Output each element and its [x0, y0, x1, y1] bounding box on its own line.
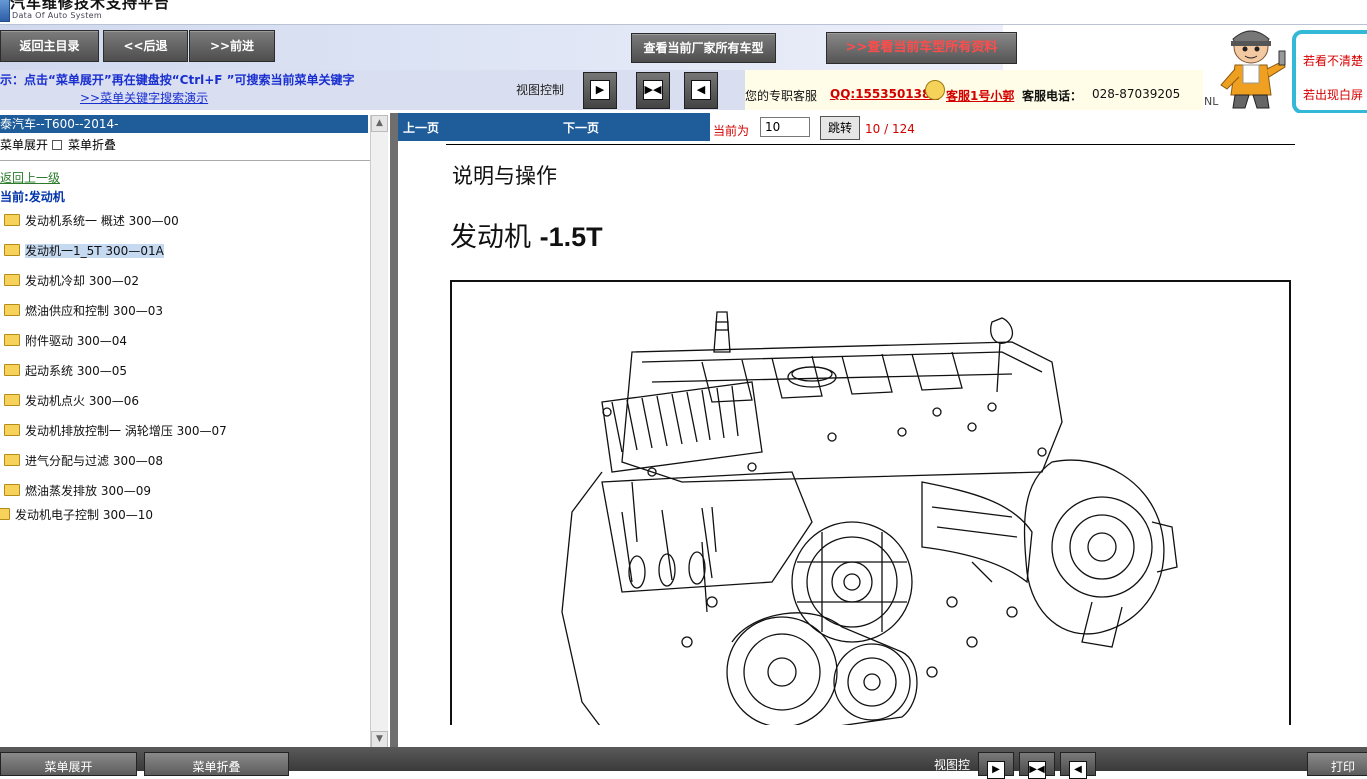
split-icon: ▶◀ — [1028, 761, 1046, 779]
search-demo-link[interactable]: >>菜单关键字搜索演示 — [80, 89, 208, 106]
bottom-view-left-button[interactable]: ◀ — [1060, 752, 1096, 779]
page-toolbar-right — [1094, 113, 1367, 141]
service-phone-label: 客服电话： — [1022, 89, 1083, 103]
tree-item-label[interactable]: 发动机点火 300—06 — [25, 394, 139, 408]
scroll-down-icon[interactable]: ▼ — [371, 731, 388, 748]
document-footer-area — [398, 725, 1367, 747]
bottom-expand-button[interactable]: 菜单展开 — [0, 752, 137, 776]
tree-item-label[interactable]: 进气分配与过滤 300—08 — [25, 454, 163, 468]
app-logo-icon — [0, 0, 10, 22]
next-page-button[interactable]: 下一页 — [563, 119, 599, 136]
app-header — [0, 0, 1367, 25]
help-line-unclear[interactable]: 若看不清楚 — [1303, 52, 1363, 69]
tree-collapse-link[interactable]: 菜单折叠 — [68, 136, 116, 153]
service-label: 您的专职客服 — [745, 89, 818, 103]
service-name-link[interactable]: 客服1号小郭 — [946, 87, 1014, 104]
tree-item[interactable]: 发动机系统一 概述 300—00 — [4, 212, 179, 232]
mechanic-mascot-icon — [1220, 30, 1286, 109]
tree-item[interactable]: 发动机电子控制 300—10 — [0, 506, 153, 526]
arrow-left-icon: ◀ — [691, 80, 711, 100]
pane-splitter[interactable] — [390, 113, 398, 747]
service-qq-link[interactable]: QQ:1553501388 — [830, 87, 939, 101]
help-line-blank-screen[interactable]: 若出现白屏 — [1303, 86, 1363, 103]
folder-icon — [0, 507, 10, 520]
tree-item-selected[interactable]: 发动机一1_5T 300—01A — [4, 242, 164, 262]
tree-item[interactable]: 燃油供应和控制 300—03 — [4, 302, 163, 322]
tree-item-label[interactable]: 发动机电子控制 300—10 — [15, 508, 153, 522]
tree-expand-link[interactable]: 菜单展开 — [0, 136, 48, 153]
page-title: 发动机 -1.5T — [450, 215, 603, 254]
service-phone: 028-87039205 — [1092, 87, 1181, 101]
tree-item-label[interactable]: 发动机一1_5T 300—01A — [25, 244, 164, 258]
view-control-label: 视图控制 — [516, 83, 565, 97]
forward-button[interactable]: >>前进 — [189, 30, 275, 62]
tree-item-label[interactable]: 发动机排放控制一 涡轮增压 300—07 — [25, 424, 227, 438]
page-title-model: -1.5T — [539, 222, 603, 252]
app-subtitle: Data Of Auto System — [12, 11, 102, 20]
arrow-right-icon: ▶ — [590, 80, 610, 100]
view-left-pane-button[interactable]: ◀ — [684, 72, 718, 109]
collapse-icon[interactable] — [52, 140, 62, 150]
tree-item-label[interactable]: 起动系统 300—05 — [25, 364, 127, 378]
folder-icon — [4, 363, 20, 376]
split-icon: ▶◀ — [643, 80, 663, 100]
tree-item-label[interactable]: 发动机系统一 概述 300—00 — [25, 214, 179, 228]
tree-item[interactable]: 进气分配与过滤 300—08 — [4, 452, 163, 472]
back-button[interactable]: <<后退 — [103, 30, 188, 62]
prev-page-button[interactable]: 上一页 — [403, 119, 439, 136]
bottom-collapse-button[interactable]: 菜单折叠 — [144, 752, 289, 776]
folder-icon — [4, 333, 20, 346]
engine-illustration — [450, 280, 1291, 740]
page-number-input[interactable] — [760, 117, 810, 137]
section-heading: 说明与操作 — [452, 164, 557, 188]
all-model-data-button[interactable]: >>查看当前车型所有资料 — [826, 32, 1017, 64]
folder-icon — [4, 423, 20, 436]
view-split-button[interactable]: ▶◀ — [636, 72, 670, 109]
tree-item[interactable]: 起动系统 300—05 — [4, 362, 127, 382]
tree-item-label[interactable]: 发动机冷却 300—02 — [25, 274, 139, 288]
bottom-view-label: 视图控 — [934, 758, 971, 772]
bottom-view-split-button[interactable]: ▶◀ — [1019, 752, 1055, 779]
tree-item[interactable]: 发动机冷却 300—02 — [4, 272, 139, 292]
tree-item[interactable]: 附件驱动 300—04 — [4, 332, 127, 352]
all-manufacturer-models-button[interactable]: 查看当前厂家所有车型 — [631, 33, 776, 63]
arrow-left-icon: ◀ — [1069, 761, 1087, 779]
view-right-pane-button[interactable]: ▶ — [583, 72, 617, 109]
jump-button[interactable]: 跳转 — [820, 116, 860, 140]
arrow-right-icon: ▶ — [987, 761, 1005, 779]
search-hint-text: 示：点击“菜单展开”再在键盘按“Ctrl+F ”可搜索当前菜单关键字 — [0, 73, 355, 87]
home-button[interactable]: 返回主目录 — [0, 30, 99, 62]
divider — [446, 144, 1295, 145]
bottom-view-right-button[interactable]: ▶ — [978, 752, 1014, 779]
tree-item-label[interactable]: 附件驱动 300—04 — [25, 334, 127, 348]
folder-icon — [4, 273, 20, 286]
tree-scrollbar[interactable] — [370, 115, 388, 747]
tree-item[interactable]: 燃油蒸发排放 300—09 — [4, 482, 151, 502]
folder-icon — [4, 453, 20, 466]
tree-item[interactable]: 发动机点火 300—06 — [4, 392, 139, 412]
folder-icon — [4, 483, 20, 496]
tree-header[interactable]: 泰汽车--T600--2014- — [0, 115, 368, 133]
page-count: 10 / 124 — [865, 122, 915, 136]
page-title-prefix: 发动机 — [450, 222, 540, 253]
divider — [0, 160, 370, 161]
qq-penguin-icon[interactable] — [925, 80, 945, 100]
tree-item-label[interactable]: 燃油蒸发排放 300—09 — [25, 484, 151, 498]
current-page-label: 当前为 — [713, 124, 750, 138]
folder-icon — [4, 243, 20, 256]
tree-current-node: 当前:发动机 — [0, 190, 65, 204]
folder-icon — [4, 303, 20, 316]
engine-drawing-icon — [561, 311, 1178, 738]
tree-item[interactable]: 发动机排放控制一 涡轮增压 300—07 — [4, 422, 227, 442]
folder-icon — [4, 393, 20, 406]
folder-icon — [4, 213, 20, 226]
scroll-up-icon[interactable]: ▲ — [371, 115, 388, 132]
tree-up-link[interactable]: 返回上一级 — [0, 169, 60, 186]
print-button[interactable]: 打印 — [1307, 752, 1367, 776]
tree-item-label[interactable]: 燃油供应和控制 300—03 — [25, 304, 163, 318]
